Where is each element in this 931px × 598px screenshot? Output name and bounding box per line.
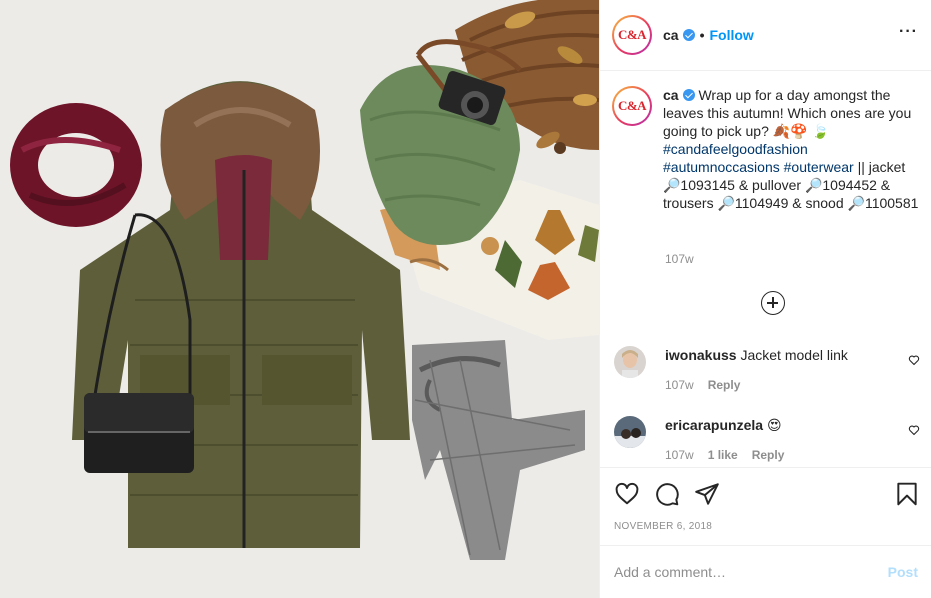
brand-logo: C&A — [616, 19, 648, 51]
header-username[interactable]: ca — [663, 27, 679, 43]
more-options-icon[interactable]: ··· — [899, 24, 918, 40]
comment-body: iwonakuss Jacket model link 107w Reply — [665, 346, 905, 394]
post-header: C&A ca • Follow ··· — [600, 0, 931, 71]
verified-badge-icon — [682, 29, 695, 41]
comment-username[interactable]: iwonakuss — [665, 347, 737, 363]
comment-meta: 107w 1 like Reply — [665, 446, 905, 464]
save-bookmark-icon[interactable] — [894, 481, 920, 507]
comment-likes[interactable]: 1 like — [708, 448, 738, 462]
hashtag-link[interactable]: #outerwear — [784, 159, 854, 175]
like-comment-heart-icon[interactable] — [908, 424, 920, 436]
load-more-comments-icon[interactable] — [761, 291, 785, 315]
comment-body: ericarapunzela 😍 107w 1 like Reply — [665, 416, 905, 464]
post-caption: C&A ca Wrap up for a day amongst the lea… — [612, 86, 924, 212]
follow-button[interactable]: Follow — [709, 27, 753, 43]
comment-text: 😍 — [766, 417, 782, 433]
comment-username[interactable]: ericarapunzela — [665, 417, 763, 433]
caption-username[interactable]: ca — [663, 87, 679, 103]
caption-avatar[interactable]: C&A — [612, 86, 652, 126]
like-comment-heart-icon[interactable] — [908, 354, 920, 366]
hashtag-link[interactable]: #autumnoccasions — [663, 159, 780, 175]
reply-button[interactable]: Reply — [708, 378, 741, 392]
header-separator: • — [699, 27, 705, 43]
post-side-panel: C&A ca • Follow ··· C&A ca Wrap up for a… — [599, 0, 931, 598]
caption-timestamp[interactable]: 107w — [665, 252, 694, 266]
share-paper-plane-icon[interactable] — [694, 481, 720, 507]
commenter-photo — [614, 416, 646, 448]
brand-logo: C&A — [616, 90, 648, 122]
instagram-post-view: C&A ca • Follow ··· C&A ca Wrap up for a… — [0, 0, 931, 598]
add-comment-input[interactable] — [614, 564, 864, 580]
comment-time[interactable]: 107w — [665, 378, 694, 392]
post-comment-button[interactable]: Post — [888, 564, 918, 580]
avatar-ring: C&A — [614, 17, 650, 53]
post-date[interactable]: NOVEMBER 6, 2018 — [614, 521, 712, 532]
reply-button[interactable]: Reply — [752, 448, 785, 462]
comment-meta: 107w Reply — [665, 376, 905, 394]
commenter-photo — [614, 346, 646, 378]
post-photo[interactable] — [0, 0, 599, 598]
caption-body: Wrap up for a day amongst the leaves thi… — [663, 87, 912, 139]
comment-text: Jacket model link — [740, 347, 848, 363]
caption-text: ca Wrap up for a day amongst the leaves … — [663, 86, 921, 212]
leaf-emoji: 🍃 — [811, 123, 829, 139]
add-comment-bar: Post — [600, 545, 931, 598]
post-actions-bar: NOVEMBER 6, 2018 — [600, 467, 931, 545]
hashtag-link[interactable]: #candafeelgoodfashion — [663, 141, 808, 157]
commenter-avatar[interactable] — [614, 346, 646, 378]
like-heart-icon[interactable] — [614, 481, 640, 507]
comment-bubble-icon[interactable] — [654, 481, 680, 507]
avatar-ring: C&A — [614, 88, 650, 124]
profile-avatar[interactable]: C&A — [612, 15, 652, 55]
commenter-avatar[interactable] — [614, 416, 646, 448]
verified-badge-icon — [682, 89, 695, 101]
comment-time[interactable]: 107w — [665, 448, 694, 462]
outfit-flatlay-image — [0, 0, 599, 598]
